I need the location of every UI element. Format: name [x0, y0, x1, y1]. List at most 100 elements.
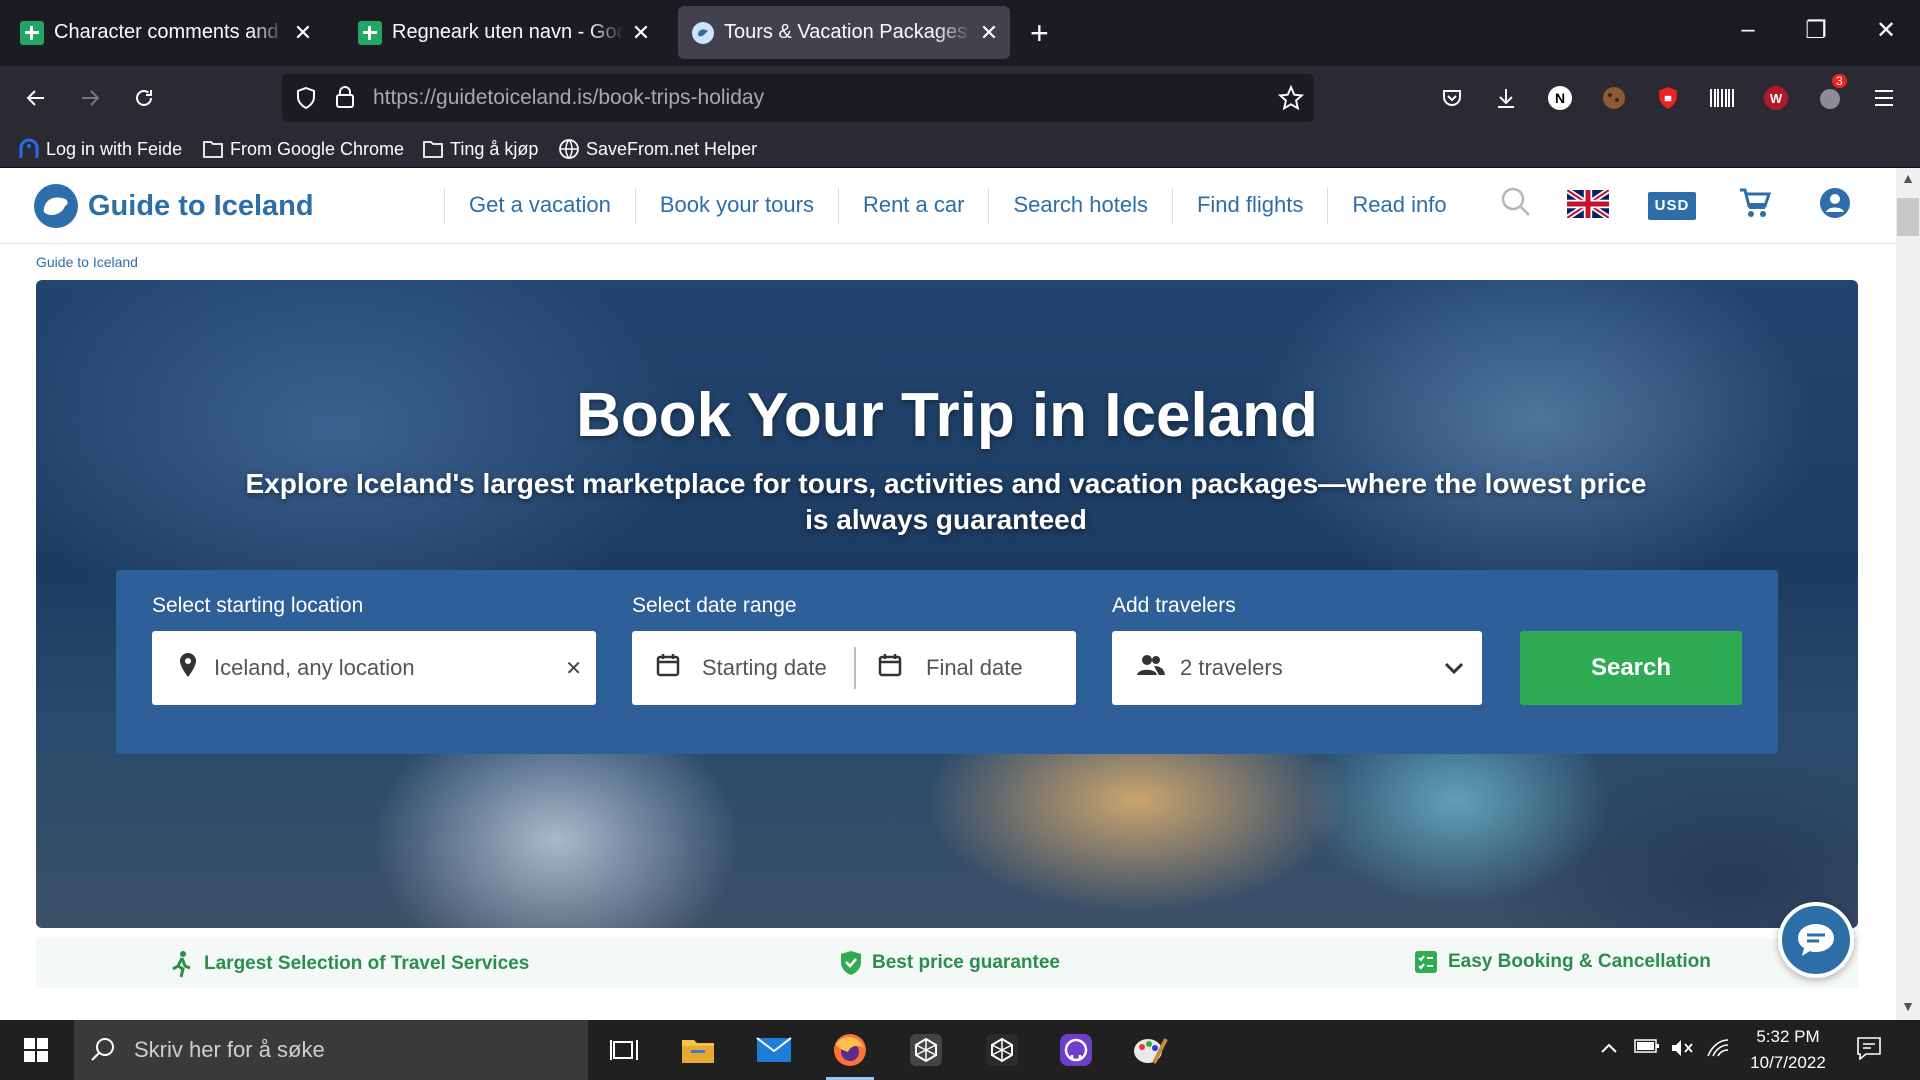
- notion-extension-icon[interactable]: N: [1544, 82, 1576, 114]
- download-icon[interactable]: [1490, 82, 1522, 114]
- shield-icon[interactable]: [294, 86, 318, 115]
- travelers-select[interactable]: 2 travelers: [1112, 631, 1482, 705]
- calendar-icon: [656, 653, 680, 683]
- breadcrumb[interactable]: Guide to Iceland: [36, 254, 138, 270]
- windows-start-icon[interactable]: [12, 1030, 60, 1070]
- scroll-down-icon[interactable]: ▼: [1896, 998, 1920, 1018]
- feature-label: Largest Selection of Travel Services: [204, 953, 530, 974]
- sheets-icon: [20, 20, 44, 45]
- chat-button[interactable]: [1778, 902, 1854, 978]
- close-window-icon[interactable]: ✕: [1866, 16, 1906, 45]
- location-pin-icon: [178, 652, 198, 684]
- travelers-label: Add travelers: [1112, 594, 1236, 617]
- currency-button[interactable]: USD: [1648, 192, 1696, 220]
- site-header: Guide to Iceland Get a vacation Book you…: [0, 168, 1896, 244]
- bookmark-ting-a-kjop[interactable]: Ting å kjøp: [422, 134, 538, 164]
- menu-icon[interactable]: [1868, 82, 1900, 114]
- volume-muted-icon[interactable]: [1670, 1038, 1694, 1063]
- github-desktop-icon[interactable]: [1052, 1030, 1100, 1070]
- firefox-icon[interactable]: [826, 1030, 874, 1070]
- bookmark-label: Ting å kjøp: [450, 138, 539, 159]
- nav-find-flights[interactable]: Find flights: [1171, 188, 1327, 224]
- minimize-icon[interactable]: –: [1728, 16, 1768, 44]
- tab-character-comments[interactable]: Character comments and phrases ✕: [6, 6, 324, 59]
- bookmark-label: From Google Chrome: [230, 138, 405, 159]
- folder-icon: [423, 141, 443, 158]
- windows-taskbar: Skriv her for å søke 5:32 PM 10/7/2022: [0, 1020, 1920, 1080]
- lock-icon[interactable]: [334, 85, 356, 114]
- bookmark-feide[interactable]: Log in with Feide: [18, 134, 182, 164]
- main-nav: Get a vacation Book your tours Rent a ca…: [444, 188, 1471, 224]
- guide-to-iceland-favicon: [692, 21, 714, 44]
- address-bar[interactable]: https://guidetoiceland.is/book-trips-hol…: [282, 74, 1314, 122]
- bookmark-savefrom[interactable]: SaveFrom.net Helper: [558, 134, 757, 164]
- bookmarks-toolbar: Log in with Feide From Google Chrome Tin…: [0, 130, 1920, 168]
- url-text: https://guidetoiceland.is/book-trips-hol…: [373, 86, 764, 110]
- date-divider: [854, 647, 856, 689]
- tab-title: Tours & Vacation Packages in Iceland: [724, 21, 972, 43]
- w-extension-icon[interactable]: W: [1760, 82, 1792, 114]
- brand-name: Guide to Iceland: [88, 189, 314, 222]
- nav-read-info[interactable]: Read info: [1327, 188, 1470, 224]
- feature-best-price: Best price guarantee: [840, 950, 1060, 976]
- task-view-icon[interactable]: [600, 1030, 648, 1070]
- search-button[interactable]: Search: [1520, 631, 1742, 705]
- nav-book-your-tours[interactable]: Book your tours: [634, 188, 838, 224]
- wifi-icon[interactable]: [1706, 1038, 1730, 1063]
- account-icon[interactable]: [1818, 186, 1852, 225]
- show-hidden-icons[interactable]: [1600, 1038, 1618, 1059]
- logo-icon: [34, 184, 78, 228]
- back-icon[interactable]: [18, 80, 54, 116]
- chat-icon: [1798, 924, 1834, 956]
- pocket-icon[interactable]: [1436, 82, 1468, 114]
- cookie-extension-icon[interactable]: [1598, 82, 1630, 114]
- search-icon[interactable]: [1500, 186, 1532, 223]
- end-date-field[interactable]: Final date: [926, 655, 1023, 681]
- location-input[interactable]: Iceland, any location ✕: [152, 631, 596, 705]
- barcode-extension-icon[interactable]: [1706, 82, 1738, 114]
- scroll-up-icon[interactable]: ▲: [1896, 170, 1920, 190]
- bookmark-label: SaveFrom.net Helper: [586, 138, 758, 159]
- scroll-thumb[interactable]: [1897, 198, 1919, 236]
- close-icon[interactable]: ✕: [292, 20, 314, 46]
- battery-icon[interactable]: [1634, 1038, 1660, 1059]
- close-icon[interactable]: ✕: [978, 20, 1000, 46]
- features-bar: Largest Selection of Travel Services Bes…: [36, 938, 1858, 988]
- unity-icon[interactable]: [902, 1030, 950, 1070]
- location-value: Iceland, any location: [214, 655, 415, 680]
- site-logo[interactable]: Guide to Iceland: [34, 184, 314, 228]
- tab-title: Character comments and phrases: [54, 21, 286, 43]
- file-explorer-icon[interactable]: [674, 1030, 722, 1070]
- reload-icon[interactable]: [126, 80, 162, 116]
- hero-banner: Book Your Trip in Iceland Explore Icelan…: [36, 280, 1858, 928]
- close-icon[interactable]: ✕: [630, 20, 652, 46]
- forward-icon[interactable]: [72, 80, 108, 116]
- extension-badge-icon[interactable]: 3: [1814, 74, 1847, 114]
- clear-icon[interactable]: ✕: [565, 656, 582, 681]
- taskbar-search[interactable]: Skriv her for å søke: [74, 1020, 588, 1080]
- tab-regneark[interactable]: Regneark uten navn - Google Regneark ✕: [344, 6, 662, 59]
- cart-icon[interactable]: [1738, 186, 1772, 225]
- start-date-field[interactable]: Starting date: [702, 655, 827, 681]
- restore-icon[interactable]: ❐: [1796, 16, 1836, 45]
- nav-search-hotels[interactable]: Search hotels: [988, 188, 1172, 224]
- lock-extension-icon[interactable]: [1652, 82, 1684, 114]
- bookmark-from-google-chrome[interactable]: From Google Chrome: [202, 134, 404, 164]
- nav-rent-a-car[interactable]: Rent a car: [837, 188, 989, 224]
- clock[interactable]: 5:32 PM 10/7/2022: [1742, 1024, 1834, 1076]
- unity-hub-icon[interactable]: [978, 1030, 1026, 1070]
- hero-subtitle: Explore Iceland's largest marketplace fo…: [245, 468, 1647, 535]
- svg-text:W: W: [1770, 91, 1783, 106]
- nav-get-a-vacation[interactable]: Get a vacation: [444, 188, 635, 224]
- paint-icon[interactable]: [1126, 1030, 1174, 1070]
- notifications-icon[interactable]: [1856, 1036, 1882, 1065]
- search-icon: [91, 1038, 114, 1061]
- date-range-input[interactable]: Starting date Final date: [632, 631, 1076, 705]
- uk-flag-icon[interactable]: [1565, 187, 1611, 223]
- star-icon[interactable]: [1277, 84, 1305, 116]
- page-scrollbar[interactable]: ▲ ▼: [1896, 168, 1920, 1020]
- mail-icon[interactable]: [750, 1030, 798, 1070]
- new-tab-icon[interactable]: +: [1030, 15, 1049, 51]
- web-page: Guide to Iceland Get a vacation Book you…: [0, 168, 1896, 1020]
- tab-guide-to-iceland[interactable]: Tours & Vacation Packages in Iceland ✕: [678, 6, 1010, 59]
